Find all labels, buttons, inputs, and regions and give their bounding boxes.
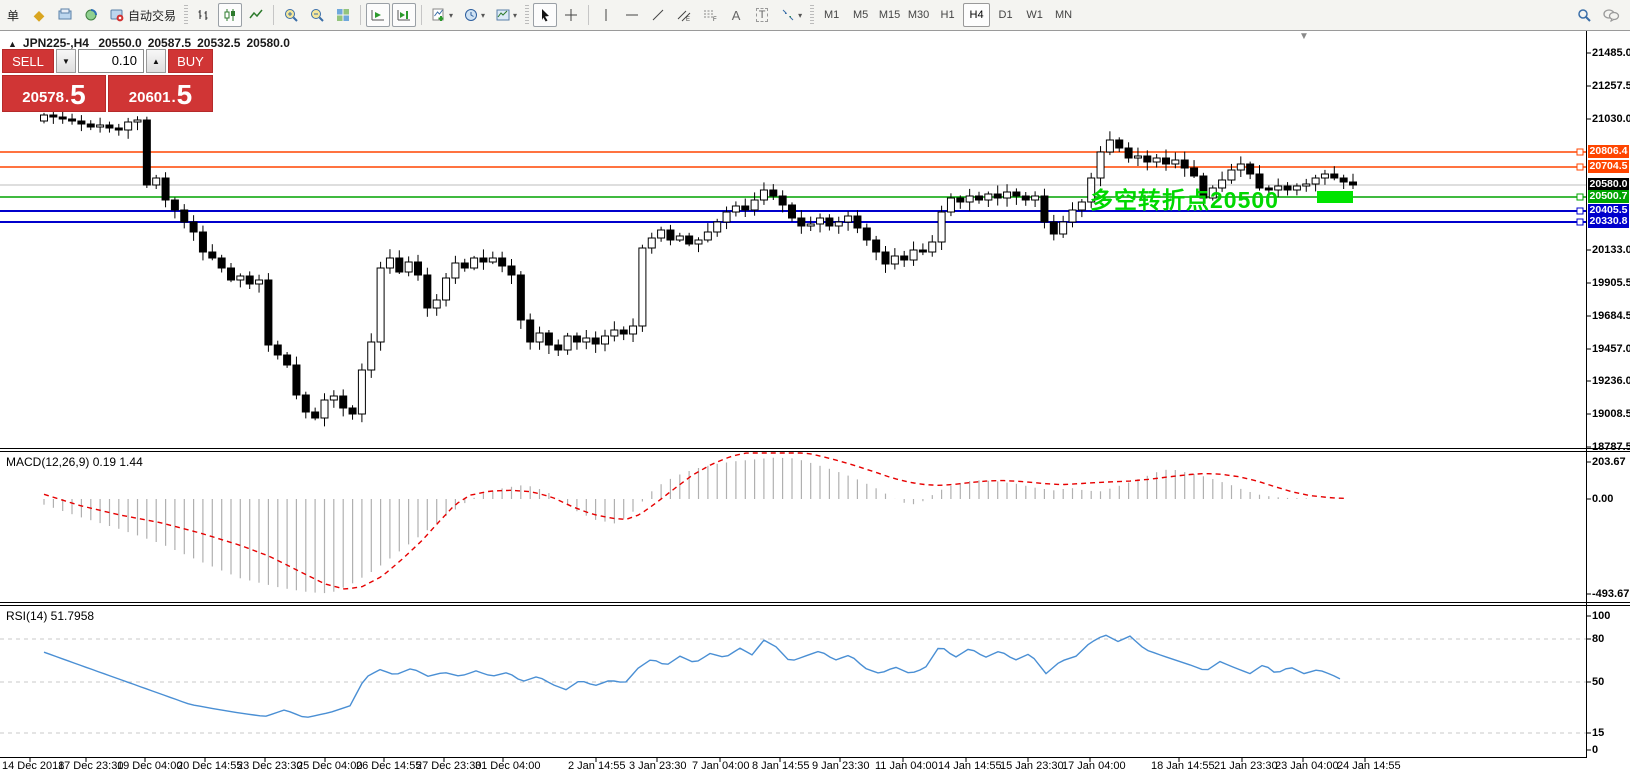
date-label: 15 Jan 23:30 [1000, 760, 1064, 772]
volume-input[interactable]: 0.10 [78, 49, 144, 73]
price-level-label: 20806.4 [1588, 145, 1629, 158]
axis-tick-label: 203.67 [1592, 456, 1626, 468]
date-label: 17 Dec 23:30 [58, 760, 124, 772]
axis-tick-label: 20133.0 [1592, 244, 1630, 256]
rsi-pane [0, 634, 1586, 734]
date-label: 27 Dec 23:30 [416, 760, 482, 772]
rsi-line [43, 634, 1341, 718]
price-level-label: 20500.7 [1588, 190, 1629, 203]
date-label: 21 Jan 23:30 [1214, 760, 1278, 772]
pane-separator[interactable] [0, 605, 1630, 606]
date-label: 11 Jan 04:00 [875, 760, 938, 772]
pane-separator[interactable] [0, 451, 1630, 452]
buy-price-frac: 5 [176, 79, 193, 110]
date-label: 25 Dec 04:00 [297, 760, 363, 772]
macd-signal-line [43, 452, 1347, 590]
price-axis-line[interactable] [1586, 31, 1587, 757]
date-label: 14 Dec 2018 [2, 760, 65, 772]
axis-tick-label: 19008.5 [1592, 408, 1630, 420]
axis-tick-label: 21257.5 [1592, 80, 1630, 92]
macd-pane [43, 452, 1347, 594]
price-level-label: 20704.5 [1588, 160, 1629, 173]
date-label: 17 Jan 04:00 [1062, 760, 1126, 772]
pane-separator[interactable] [0, 602, 1630, 603]
axis-tick-label: 19905.5 [1592, 277, 1630, 289]
axis-tick-label: 15 [1592, 727, 1605, 739]
date-label: 24 Jan 14:55 [1337, 760, 1401, 772]
axis-tick-label: 21030.0 [1592, 113, 1630, 125]
price-level-label: 20330.8 [1588, 215, 1629, 228]
date-label: 3 Jan 23:30 [629, 760, 687, 772]
date-label: 23 Jan 04:00 [1275, 760, 1339, 772]
trading-app-window: 单 ◆ 自动交易 ▾ ▾ ▾ E F A T ▾ M1 M5 M15 M30 H… [0, 0, 1630, 778]
chart-shift-marker[interactable]: ▼ [1299, 31, 1309, 42]
ohlc-close: 20580.0 [246, 36, 290, 50]
rsi-label: RSI(14) 51.7958 [6, 609, 95, 623]
buy-button[interactable]: BUY [168, 49, 213, 73]
one-click-trading-panel: SELL ▼ 0.10 ▲ BUY 20578. 5 20601. 5 [2, 47, 213, 112]
axis-tick-label: 0.00 [1592, 493, 1614, 505]
date-label: 14 Jan 14:55 [938, 760, 1002, 772]
buy-price-main: 20601 [128, 89, 171, 106]
date-label: 23 Dec 23:30 [237, 760, 303, 772]
axis-tick-label: 18787.5 [1592, 441, 1630, 453]
date-label: 26 Dec 14:55 [356, 760, 422, 772]
pane-separator[interactable] [0, 448, 1630, 449]
sell-button[interactable]: SELL [2, 49, 54, 73]
sell-price-frac: 5 [70, 79, 86, 110]
axis-tick-label: 19457.0 [1592, 343, 1630, 355]
axis-tick-label: 19684.5 [1592, 310, 1630, 322]
axis-tick-label: 19236.0 [1592, 375, 1630, 387]
volume-increase-button[interactable]: ▲ [146, 49, 166, 73]
date-label: 2 Jan 14:55 [568, 760, 626, 772]
candlesticks [40, 106, 1357, 427]
axis-tick-label: 80 [1592, 633, 1605, 645]
date-label: 20 Dec 14:55 [177, 760, 243, 772]
sell-price-display[interactable]: 20578. 5 [2, 75, 106, 112]
date-label: 18 Jan 14:55 [1151, 760, 1215, 772]
date-label: 9 Jan 23:30 [812, 760, 870, 772]
buy-price-display[interactable]: 20601. 5 [108, 75, 213, 112]
sell-price-main: 20578 [22, 89, 64, 106]
date-label: 8 Jan 14:55 [752, 760, 810, 772]
axis-tick-label: 0 [1592, 744, 1599, 756]
axis-tick-label: 50 [1592, 676, 1605, 688]
date-label: 19 Dec 04:00 [117, 760, 183, 772]
highlight-rectangle[interactable] [1317, 191, 1353, 203]
chart-canvas[interactable] [0, 0, 1630, 778]
date-label: 7 Jan 04:00 [692, 760, 750, 772]
axis-tick-label: 21485.0 [1592, 47, 1630, 59]
time-axis-line [0, 757, 1587, 758]
date-label: 31 Dec 04:00 [475, 760, 541, 772]
macd-label: MACD(12,26,9) 0.19 1.44 [6, 455, 143, 469]
axis-tick-label: 100 [1592, 610, 1611, 622]
chart-annotation-text[interactable]: 多空转折点20500 [1090, 181, 1279, 215]
volume-decrease-button[interactable]: ▼ [56, 49, 76, 73]
axis-tick-label: -493.67 [1592, 588, 1630, 600]
